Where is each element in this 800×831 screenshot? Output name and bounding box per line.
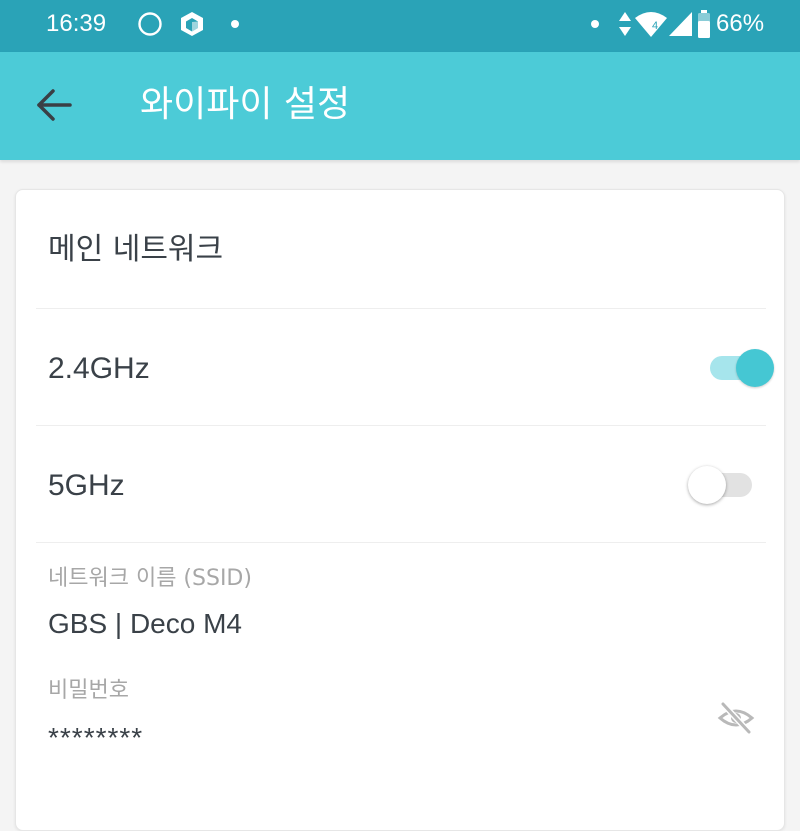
main-network-card: 메인 네트워크 2.4GHz 5GHz 네트워크 이름 (SSID) GBS |… — [15, 189, 785, 831]
band-5ghz-toggle[interactable] — [688, 465, 758, 505]
band-2-4ghz-label: 2.4GHz — [48, 352, 150, 385]
password-value[interactable]: ******** — [48, 720, 143, 756]
toggle-thumb — [688, 466, 726, 504]
divider — [36, 542, 766, 543]
app-bar: 와이파이 설정 — [0, 52, 800, 160]
divider — [36, 308, 766, 309]
ssid-value[interactable]: GBS | Deco M4 — [48, 606, 242, 642]
divider — [36, 425, 766, 426]
section-title: 메인 네트워크 — [48, 232, 224, 267]
network-type-label: 4 — [652, 20, 659, 32]
battery-percent: 66% — [716, 10, 765, 37]
cell-signal-icon — [669, 12, 692, 36]
ssid-label: 네트워크 이름 (SSID) — [48, 566, 252, 591]
status-time: 16:39 — [46, 10, 107, 37]
back-arrow-icon — [37, 89, 72, 121]
cube-app-icon — [181, 12, 203, 36]
password-label: 비밀번호 — [48, 678, 129, 703]
notification-dot-icon — [591, 20, 599, 28]
toggle-thumb — [736, 349, 774, 387]
circle-icon — [138, 12, 162, 36]
data-arrows-icon — [619, 12, 631, 36]
page-title: 와이파이 설정 — [140, 84, 351, 125]
back-button[interactable] — [26, 76, 84, 134]
band-5ghz-label: 5GHz — [48, 469, 125, 502]
eye-off-icon — [717, 701, 755, 735]
band-2-4ghz-toggle[interactable] — [704, 348, 774, 388]
password-visibility-toggle[interactable] — [716, 698, 756, 738]
wifi-icon — [635, 12, 667, 37]
notification-dot-icon — [231, 20, 239, 28]
battery-icon — [698, 10, 710, 38]
status-bar: 16:39 4 66% — [0, 0, 800, 52]
